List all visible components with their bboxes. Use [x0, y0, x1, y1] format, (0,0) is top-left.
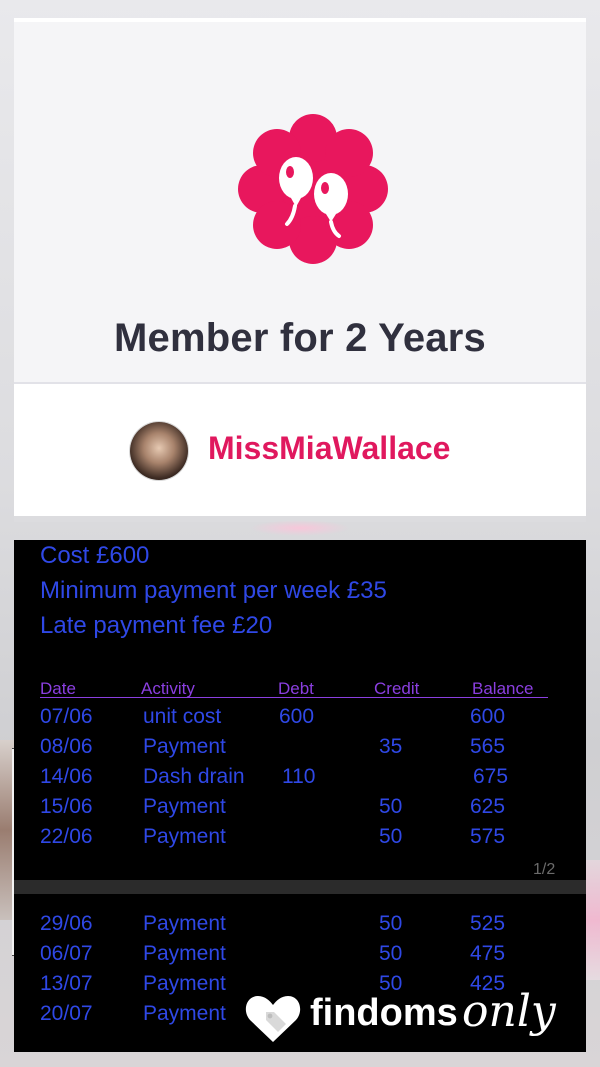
row-date: 15/06: [40, 795, 93, 818]
watermark-brand-bold: findoms: [310, 992, 458, 1034]
header-activity: Activity: [141, 679, 195, 698]
row-balance: 575: [470, 825, 506, 848]
row-debt: 110: [282, 765, 316, 788]
row-credit: 35: [379, 735, 403, 758]
summary-cost: Cost £600: [40, 542, 150, 569]
row-activity: Payment: [143, 912, 226, 935]
row-date: 14/06: [40, 765, 93, 788]
row-date: 13/07: [40, 972, 93, 995]
header-balance: Balance: [472, 679, 534, 698]
row-date: 20/07: [40, 1002, 93, 1025]
row-balance: 475: [470, 942, 506, 965]
row-activity: Payment: [143, 972, 226, 995]
username-link[interactable]: MissMiaWallace: [208, 430, 450, 467]
row-credit: 50: [379, 795, 403, 818]
row-activity: Payment: [143, 795, 226, 818]
row-activity: Payment: [143, 1002, 226, 1025]
row-activity: Payment: [143, 735, 226, 758]
header-debt: Debt: [278, 679, 314, 698]
decorative-glow: [250, 520, 350, 536]
avatar[interactable]: [130, 422, 188, 480]
profile-card[interactable]: MissMiaWallace: [14, 384, 586, 522]
row-credit: 50: [379, 942, 403, 965]
membership-title: Member for 2 Years: [114, 316, 486, 360]
membership-card: Member for 2 Years: [14, 18, 586, 387]
row-date: 07/06: [40, 705, 93, 728]
row-balance: 525: [470, 912, 506, 935]
heart-tag-icon: [245, 996, 301, 1042]
row-date: 06/07: [40, 942, 93, 965]
background-blur-right: [586, 860, 600, 980]
page-break: [14, 880, 586, 894]
ledger-image: Cost £600 Minimum payment per week £35 L…: [14, 540, 586, 1052]
header-credit: Credit: [374, 679, 420, 698]
row-activity: unit cost: [143, 705, 222, 728]
header-underline: [40, 697, 548, 698]
row-activity: Payment: [143, 942, 226, 965]
summary-min-payment: Minimum payment per week £35: [40, 577, 387, 604]
row-date: 22/06: [40, 825, 93, 848]
row-balance: 625: [470, 795, 506, 818]
header-date: Date: [40, 679, 76, 698]
row-date: 29/06: [40, 912, 93, 935]
row-balance: 600: [470, 705, 506, 728]
row-credit: 50: [379, 825, 403, 848]
row-debt: 600: [279, 705, 315, 728]
page-indicator: 1/2: [533, 861, 556, 878]
watermark-logo: findoms only: [244, 986, 594, 1054]
summary-late-fee: Late payment fee £20: [40, 612, 273, 639]
row-activity: Dash drain: [143, 765, 245, 788]
row-balance: 675: [473, 765, 509, 788]
watermark-brand-script: only: [462, 986, 556, 1037]
row-date: 08/06: [40, 735, 93, 758]
balloons-badge-icon: [238, 114, 388, 264]
row-credit: 50: [379, 912, 403, 935]
row-activity: Payment: [143, 825, 226, 848]
row-balance: 565: [470, 735, 506, 758]
